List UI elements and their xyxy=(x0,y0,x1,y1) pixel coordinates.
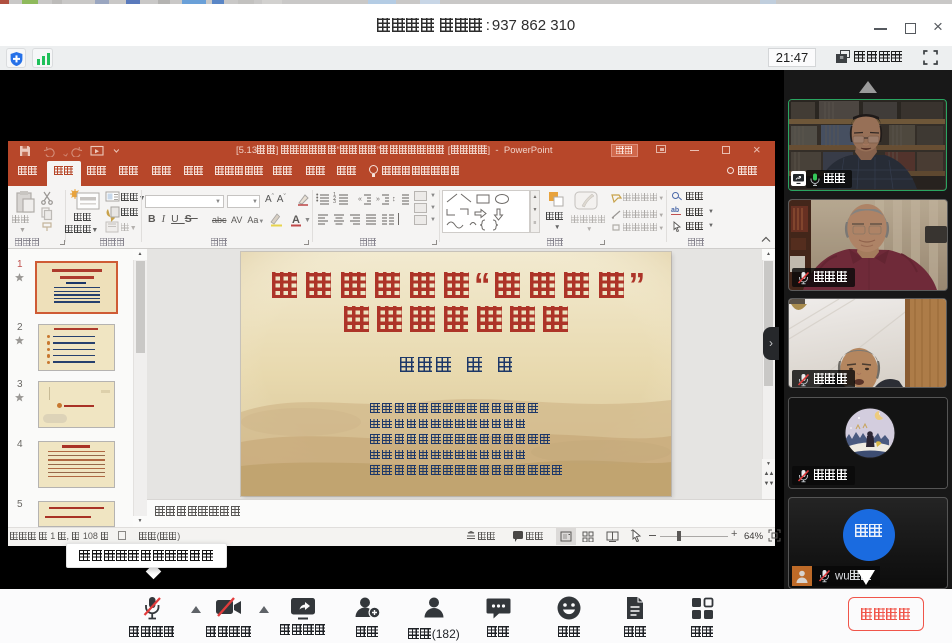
svg-text:▼: ▼ xyxy=(304,217,310,224)
svg-text:A: A xyxy=(292,214,300,226)
